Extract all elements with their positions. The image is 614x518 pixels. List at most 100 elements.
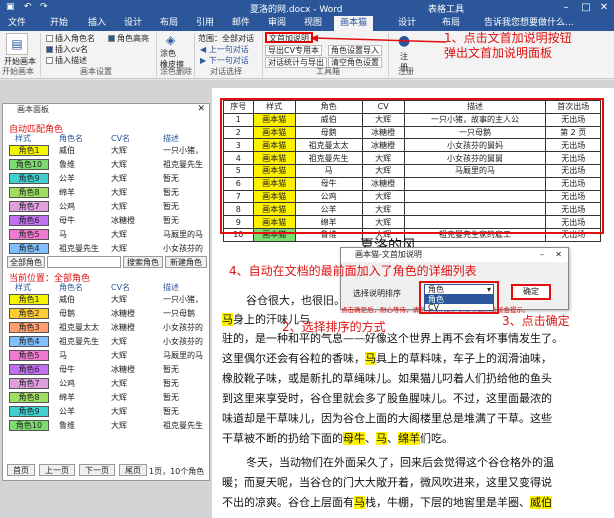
eraser-icon[interactable]: ◈ bbox=[166, 33, 175, 47]
tab-references[interactable]: 引用 bbox=[190, 16, 220, 31]
role-style-swatch[interactable]: 角色10 bbox=[9, 420, 49, 431]
first-page-button[interactable]: 首页 bbox=[7, 464, 35, 476]
role-style-swatch[interactable]: 角色1 bbox=[9, 294, 49, 305]
last-page-button[interactable]: 尾页 bbox=[119, 464, 147, 476]
prev-page-button[interactable]: 上一页 bbox=[39, 464, 75, 476]
search-roles-button[interactable]: 搜索角色 bbox=[123, 256, 163, 268]
list-item[interactable]: 角色2 母鹅 冰糖橙 一只母鹅 bbox=[7, 307, 207, 320]
list-item[interactable]: 角色5 马 大辉 马厩里的马 bbox=[7, 349, 207, 362]
list-item[interactable]: 角色10 鲁维 大辉 祖克曼先生 bbox=[7, 158, 207, 171]
list-item[interactable]: 角色7 公鸡 大辉 暂无 bbox=[7, 377, 207, 390]
role-style-swatch[interactable]: 角色8 bbox=[9, 392, 49, 403]
next-dialog-button[interactable]: ▶ 下一句对话 bbox=[200, 55, 249, 66]
tell-me-box[interactable]: 告诉我您想要做什么... bbox=[478, 16, 580, 31]
insert-cv-checkbox[interactable]: 插入cv名 bbox=[46, 44, 88, 55]
tab-view[interactable]: 视图 bbox=[298, 16, 328, 31]
tab-mailings[interactable]: 邮件 bbox=[226, 16, 256, 31]
doc-line: 干草被不断的扔给下面的母牛、马、绵羊们吃。 bbox=[222, 430, 453, 446]
tab-review[interactable]: 审阅 bbox=[262, 16, 292, 31]
tab-insert[interactable]: 插入 bbox=[82, 16, 112, 31]
list-item[interactable]: 角色1 威伯 大辉 一只小猪， bbox=[7, 293, 207, 306]
range-selector[interactable]: 范围：全部对话 bbox=[198, 33, 254, 44]
all-roles-button[interactable]: 全部角色 bbox=[7, 256, 45, 268]
highlight-horse: 马 bbox=[376, 432, 387, 445]
next-page-button[interactable]: 下一页 bbox=[79, 464, 115, 476]
role-style-swatch[interactable]: 角色7 bbox=[9, 378, 49, 389]
role-name: 公羊 bbox=[59, 174, 75, 183]
tab-table-layout[interactable]: 布局 bbox=[436, 16, 466, 31]
role-style-swatch[interactable]: 角色4 bbox=[9, 243, 49, 254]
role-style-swatch[interactable]: 角色6 bbox=[9, 364, 49, 375]
list-item[interactable]: 角色9 公羊 大辉 暂无 bbox=[7, 405, 207, 418]
list-item[interactable]: 角色8 绵羊 大辉 暂无 bbox=[7, 186, 207, 199]
list-item[interactable]: 角色10 鲁维 大辉 祖克曼先生 bbox=[7, 419, 207, 432]
doc-line-text: 栈，牛棚，下层的地窖里是羊圈、 bbox=[365, 496, 530, 509]
tab-huabenmao[interactable]: 画本猫 bbox=[334, 16, 374, 31]
ok-button[interactable]: 确定 bbox=[511, 284, 551, 300]
col-cv-header: CV名 bbox=[111, 134, 131, 143]
list-item[interactable]: 角色7 公鸡 大辉 暂无 bbox=[7, 200, 207, 213]
tab-file[interactable]: 文件 bbox=[2, 16, 32, 31]
role-desc: 一只小猪， bbox=[163, 146, 203, 155]
role-desc: 暂无 bbox=[163, 407, 179, 416]
doc-line: 谷仓很大，也很旧。 bbox=[246, 294, 345, 307]
tab-home[interactable]: 开始 bbox=[44, 16, 74, 31]
close-icon[interactable]: ✕ bbox=[594, 0, 614, 16]
list-item[interactable]: 角色6 母牛 冰糖橙 暂无 bbox=[7, 363, 207, 376]
list-item[interactable]: 角色4 祖克曼先生 大辉 小女孩芬的 bbox=[7, 335, 207, 348]
list-item[interactable]: 角色1 威伯 大辉 一只小猪， bbox=[7, 144, 207, 157]
role-style-swatch[interactable]: 角色6 bbox=[9, 215, 49, 226]
list-item[interactable]: 角色4 祖克曼先生 大辉 小女孩芬的 bbox=[7, 242, 207, 255]
role-style-swatch[interactable]: 角色4 bbox=[9, 336, 49, 347]
list-item[interactable]: 角色8 绵羊 大辉 暂无 bbox=[7, 391, 207, 404]
list-item[interactable]: 角色9 公羊 大辉 暂无 bbox=[7, 172, 207, 185]
tab-table-design[interactable]: 设计 bbox=[392, 16, 422, 31]
role-style-swatch[interactable]: 角色1 bbox=[9, 145, 49, 156]
list-item[interactable]: 角色3 祖克曼太太 冰糖橙 小女孩芬的 bbox=[7, 321, 207, 334]
search-input[interactable] bbox=[47, 256, 121, 268]
import-roles-button[interactable]: 角色设置导入 bbox=[328, 45, 382, 56]
role-style-swatch[interactable]: 角色5 bbox=[9, 229, 49, 240]
doc-line-text: 具上的草料味，车子上的润滑油味， bbox=[376, 352, 552, 365]
role-cv: 大辉 bbox=[111, 393, 127, 402]
dialog-minimize-icon[interactable]: – bbox=[540, 250, 544, 259]
minimize-icon[interactable]: – bbox=[556, 0, 576, 16]
col-role-header: 角色名 bbox=[59, 134, 83, 143]
doc-desc-button[interactable]: 文首加说明 bbox=[265, 32, 313, 43]
export-cv-button[interactable]: 导出CV专用本 bbox=[265, 45, 323, 56]
role-cv: 大辉 bbox=[111, 244, 127, 253]
maximize-icon[interactable]: □ bbox=[576, 0, 596, 16]
role-style-swatch[interactable]: 角色9 bbox=[9, 406, 49, 417]
prev-dialog-button[interactable]: ◀ 上一句对话 bbox=[200, 44, 249, 55]
tab-layout[interactable]: 布局 bbox=[154, 16, 184, 31]
undo-icon[interactable]: ↶ bbox=[24, 2, 32, 12]
list-item[interactable]: 角色5 马 大辉 马厩里的马 bbox=[7, 228, 207, 241]
dialog-close-icon[interactable]: ✕ bbox=[555, 250, 562, 259]
new-role-button[interactable]: 新建角色 bbox=[165, 256, 207, 268]
role-desc: 暂无 bbox=[163, 216, 179, 225]
role-style-swatch[interactable]: 角色10 bbox=[9, 159, 49, 170]
role-style-swatch[interactable]: 角色8 bbox=[9, 187, 49, 198]
doc-line-text: 、 bbox=[387, 432, 398, 445]
page-info: 1页，10个角色 bbox=[149, 467, 205, 476]
role-cv: 大辉 bbox=[111, 295, 127, 304]
highlight-checkbox[interactable]: 角色高亮 bbox=[108, 33, 149, 44]
role-style-swatch[interactable]: 角色5 bbox=[9, 350, 49, 361]
insert-name-checkbox[interactable]: 插入角色名 bbox=[46, 33, 95, 44]
role-style-swatch[interactable]: 角色7 bbox=[9, 201, 49, 212]
document-title: 夏洛的网.docx - Word bbox=[250, 5, 343, 15]
role-style-swatch[interactable]: 角色3 bbox=[9, 322, 49, 333]
tab-design[interactable]: 设计 bbox=[118, 16, 148, 31]
role-style-swatch[interactable]: 角色9 bbox=[9, 173, 49, 184]
panel-icon[interactable]: ▤ bbox=[6, 33, 28, 55]
role-cv: 大辉 bbox=[111, 407, 127, 416]
redo-icon[interactable]: ↷ bbox=[40, 2, 48, 12]
save-icon[interactable]: ▣ bbox=[6, 2, 15, 12]
list-item[interactable]: 角色6 母牛 冰糖橙 暂无 bbox=[7, 214, 207, 227]
panel-close-icon[interactable]: ✕ bbox=[197, 104, 205, 114]
role-cv: 大辉 bbox=[111, 202, 127, 211]
insert-desc-checkbox[interactable]: 插入描述 bbox=[46, 55, 87, 66]
role-cv: 大辉 bbox=[111, 230, 127, 239]
sort-label: 选择说明排序 bbox=[353, 289, 401, 298]
role-style-swatch[interactable]: 角色2 bbox=[9, 308, 49, 319]
